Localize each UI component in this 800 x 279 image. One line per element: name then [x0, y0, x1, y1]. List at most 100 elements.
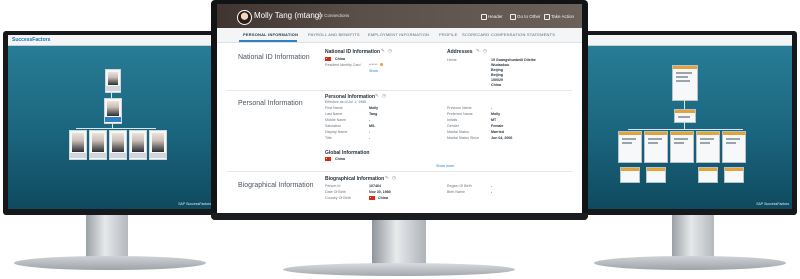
- addresses-block-title: Addresses: [447, 49, 473, 55]
- edit-pencil-icon[interactable]: ✎: [375, 93, 379, 98]
- org-report-card[interactable]: [109, 130, 127, 160]
- personal-field-label: Previous Name: [447, 106, 472, 110]
- header-icon: [481, 14, 487, 20]
- org-current-card[interactable]: [104, 98, 122, 124]
- history-icon[interactable]: ◷: [382, 93, 386, 98]
- section-divider: [227, 90, 572, 91]
- address-type-label: Home: [447, 58, 457, 62]
- chart-node-card[interactable]: [618, 131, 642, 163]
- go-to-button[interactable]: Go to Other: [517, 14, 541, 19]
- edit-pencil-icon[interactable]: ✎: [476, 48, 480, 53]
- personal-show-more-link[interactable]: Show more: [436, 164, 454, 168]
- personal-field-label: Marital Status Since: [447, 136, 479, 140]
- bio-field-label: Date Of Birth: [325, 190, 346, 194]
- china-flag-icon: [325, 57, 331, 61]
- bio-field-value: -: [491, 190, 493, 194]
- chart-node-card[interactable]: [724, 167, 744, 183]
- profile-header: Molly Tang (mtang) ... 12 Connections He…: [217, 4, 582, 28]
- personal-field-value: -: [369, 130, 371, 134]
- personal-field-label: Marital Status: [447, 130, 469, 134]
- global-information-title: Global Information: [325, 150, 370, 156]
- active-tab-indicator: [239, 40, 297, 42]
- org-report-card[interactable]: [89, 130, 107, 160]
- org-report-card[interactable]: [69, 130, 87, 160]
- chart-node-card[interactable]: [646, 167, 666, 183]
- profile-subtitle[interactable]: ... 12 Connections: [313, 13, 349, 18]
- personal-field-label: Last Name: [325, 112, 343, 116]
- personal-field-value: MS.: [369, 124, 376, 128]
- chart-node-card[interactable]: [644, 131, 668, 163]
- national-id-block-title: National ID Information: [325, 49, 380, 55]
- center-monitor-foot: [283, 263, 515, 276]
- org-report-card[interactable]: [129, 130, 147, 160]
- address-line: 15 Guangshunbeili Dileihe: [491, 58, 536, 62]
- tab-personal-information[interactable]: PERSONAL INFORMATION: [243, 32, 298, 37]
- personal-field-value: -: [369, 118, 371, 122]
- center-monitor-screen: Molly Tang (mtang) ... 12 Connections He…: [217, 4, 582, 213]
- avatar[interactable]: [237, 10, 252, 25]
- section-title-personal: Personal Information: [238, 100, 303, 107]
- bio-field-label: Region Of Birth: [447, 184, 472, 188]
- bio-field-label: Person Id: [325, 184, 341, 188]
- chart-node-card[interactable]: [670, 131, 694, 163]
- section-divider: [227, 171, 572, 172]
- tab-scorecard[interactable]: SCORECARD: [462, 32, 489, 37]
- national-id-field-label: Resident Identity Card: [325, 63, 361, 67]
- personal-field-value: Tang: [369, 112, 378, 116]
- chart-node-card[interactable]: [674, 109, 696, 123]
- personal-field-value: Jun 04, 2006: [491, 136, 513, 140]
- edit-pencil-icon[interactable]: ✎: [381, 48, 385, 53]
- chart-node-card[interactable]: [696, 131, 720, 163]
- right-monitor-screen: SAP SuccessFactors: [586, 35, 792, 209]
- address-line: Beijing: [491, 73, 503, 77]
- section-title-national-id: National ID Information: [238, 54, 310, 61]
- history-icon[interactable]: ◷: [483, 48, 487, 53]
- personal-field-value: Molly: [491, 112, 501, 116]
- left-monitor-screen: SuccessFactors SAP SuccessFactors: [8, 35, 214, 209]
- right-monitor-neck: [672, 215, 714, 259]
- edit-pencil-icon[interactable]: ✎: [385, 175, 389, 180]
- global-country: China: [335, 157, 345, 161]
- personal-field-label: Preferred Name: [447, 112, 473, 116]
- personal-field-value: -: [491, 106, 493, 110]
- chart-node-card[interactable]: [620, 167, 640, 183]
- org-report-card[interactable]: [149, 130, 167, 160]
- personal-field-value: MT: [491, 118, 497, 122]
- primary-indicator-icon: [380, 63, 383, 66]
- center-monitor-neck: [372, 220, 426, 265]
- history-icon[interactable]: ◷: [392, 175, 396, 180]
- tab-employment-information[interactable]: EMPLOYMENT INFORMATION: [368, 32, 429, 37]
- tab-payroll-benefits[interactable]: PAYROLL AND BENEFITS: [308, 32, 360, 37]
- right-footer-brand: SAP SuccessFactors: [756, 202, 789, 206]
- take-action-icon: [544, 14, 550, 20]
- left-monitor-foot: [14, 256, 206, 270]
- china-flag-icon: [325, 157, 331, 161]
- header-action-button[interactable]: Header: [488, 14, 503, 19]
- personal-field-label: First Name: [325, 106, 343, 110]
- personal-field-label: Title: [325, 136, 332, 140]
- chart-node-card[interactable]: [722, 131, 746, 163]
- take-action-button[interactable]: Take Action: [551, 14, 574, 19]
- personal-field-value: -: [369, 136, 371, 140]
- history-icon[interactable]: ◷: [388, 48, 392, 53]
- personal-field-label: Salutation: [325, 124, 341, 128]
- chart-node-card[interactable]: [698, 167, 718, 183]
- china-flag-icon: [369, 196, 375, 200]
- center-monitor-chin: [211, 213, 588, 220]
- tab-compensation-statements[interactable]: COMPENSATION STATEMENTS: [491, 32, 555, 37]
- right-monitor-foot: [594, 256, 786, 270]
- bio-field-label: Country Of Birth: [325, 196, 351, 200]
- org-manager-card[interactable]: [105, 69, 121, 93]
- bio-field-value: 107464: [369, 184, 381, 188]
- go-to-icon: [510, 14, 516, 20]
- personal-effective-date: Effective as of Jul 1, 1986: [325, 100, 367, 104]
- chart-node-card[interactable]: [672, 65, 698, 101]
- bio-field-label: Birth Name: [447, 190, 465, 194]
- profile-user-name: Molly Tang (mtang): [254, 11, 322, 20]
- tab-profile[interactable]: PROFILE: [439, 32, 458, 37]
- address-line: Wudaokou: [491, 63, 510, 67]
- national-id-country: China: [335, 57, 345, 61]
- personal-field-value: Molly: [369, 106, 379, 110]
- national-id-show-link[interactable]: Show: [369, 69, 378, 73]
- address-line: China: [491, 83, 501, 87]
